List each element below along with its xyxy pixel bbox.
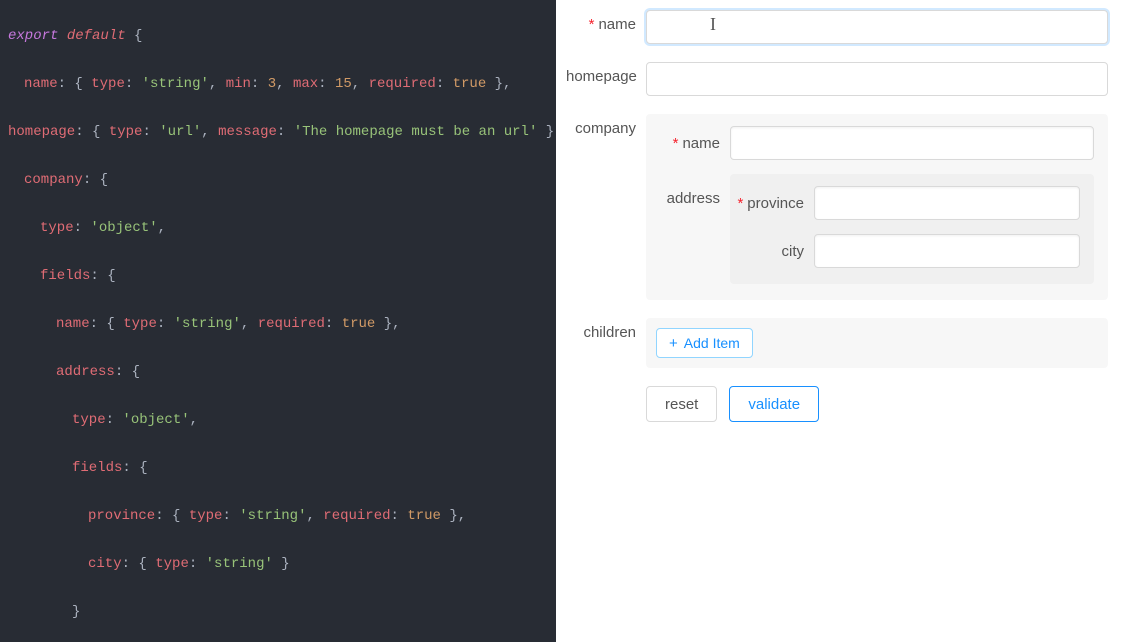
plus-icon: +	[669, 336, 678, 351]
reset-button[interactable]: reset	[646, 386, 717, 422]
city-input[interactable]	[814, 234, 1080, 268]
address-label: address	[648, 174, 730, 207]
children-label: children	[566, 318, 646, 341]
province-label: *province	[732, 195, 814, 212]
add-item-button[interactable]: + Add Item	[656, 328, 753, 358]
company-label: company	[566, 114, 646, 137]
homepage-input[interactable]	[646, 62, 1108, 96]
province-input[interactable]	[814, 186, 1080, 220]
code-editor: export default { name: { type: 'string',…	[0, 0, 556, 642]
validate-button[interactable]: validate	[729, 386, 819, 422]
city-label: city	[732, 243, 814, 260]
name-label: *name	[566, 10, 646, 33]
company-name-label: *name	[648, 135, 730, 152]
company-group: *name address *province city	[646, 114, 1108, 300]
homepage-label: homepage	[566, 62, 646, 85]
company-name-input[interactable]	[730, 126, 1094, 160]
children-group: + Add Item	[646, 318, 1108, 368]
address-group: *province city	[730, 174, 1094, 284]
form-panel: *name I homepage company *name address *…	[556, 0, 1144, 642]
